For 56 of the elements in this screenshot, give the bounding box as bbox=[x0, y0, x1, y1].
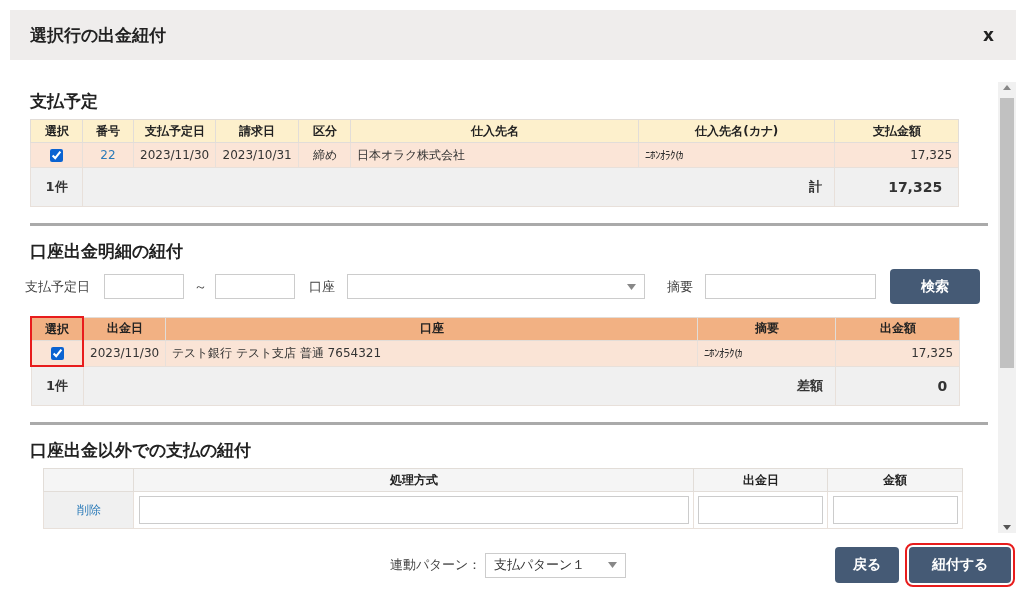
number-link[interactable]: 22 bbox=[100, 148, 116, 162]
field-label: 摘要 bbox=[667, 277, 693, 296]
column-header: 選択 bbox=[31, 317, 83, 341]
caret-icon bbox=[608, 562, 617, 568]
section-title: 口座出金以外での支払の紐付 bbox=[30, 439, 252, 462]
field-label: 支払予定日 bbox=[25, 277, 90, 296]
footer-button[interactable]: 戻る bbox=[835, 547, 899, 583]
section-title: 支払予定 bbox=[30, 90, 99, 113]
table-cell: テスト銀行 テスト支店 普通 7654321 bbox=[165, 340, 698, 366]
column-header: 出金日 bbox=[83, 317, 166, 341]
scrollbar[interactable] bbox=[998, 82, 1016, 533]
column-header: 口座 bbox=[165, 317, 698, 341]
table-cell: 2023/11/30 bbox=[133, 142, 216, 168]
section-title: 口座出金明細の紐付 bbox=[30, 240, 184, 263]
range-separator: ～ bbox=[194, 277, 207, 296]
checkbox[interactable] bbox=[50, 149, 63, 162]
column-header: 出金額 bbox=[835, 317, 960, 341]
column-header: 区分 bbox=[298, 119, 351, 143]
delete-link[interactable]: 削除 bbox=[76, 502, 101, 517]
memo-field[interactable] bbox=[705, 274, 876, 299]
column-header: 請求日 bbox=[215, 119, 299, 143]
date-to-field[interactable] bbox=[215, 274, 295, 299]
date-from-field[interactable] bbox=[104, 274, 184, 299]
pattern-select[interactable]: 支払パターン１ bbox=[485, 552, 626, 578]
difference-label: 差額 bbox=[83, 366, 836, 406]
column-header: 選択 bbox=[30, 119, 83, 143]
total-label: 計 bbox=[82, 167, 835, 207]
close-button[interactable]: x bbox=[983, 25, 994, 45]
account-select[interactable] bbox=[347, 274, 645, 299]
table-cell: ﾆﾎﾝｵﾗｸ(ｶ bbox=[638, 142, 835, 168]
search-button[interactable]: 検索 bbox=[890, 269, 980, 304]
table-cell: 17,325 bbox=[835, 340, 960, 366]
table-cell: 2023/11/30 bbox=[83, 340, 166, 366]
table-cell: 17,325 bbox=[834, 142, 959, 168]
dialog-title: 選択行の出金紐付 bbox=[30, 23, 166, 47]
scroll-thumb[interactable] bbox=[1000, 98, 1014, 368]
column-header: 摘要 bbox=[697, 317, 836, 341]
column-header: 仕入先名(カナ) bbox=[638, 119, 835, 143]
column-header: 支払金額 bbox=[834, 119, 959, 143]
total-cell: 17,325 bbox=[834, 167, 959, 207]
column-header: 金額 bbox=[827, 468, 963, 492]
field-label: 連動パターン： bbox=[390, 556, 481, 574]
field-label: 口座 bbox=[309, 277, 335, 296]
column-header: 出金日 bbox=[693, 468, 828, 492]
difference-cell: 0 bbox=[835, 366, 960, 406]
table-cell: ﾆﾎﾝｵﾗｸ(ｶ bbox=[697, 340, 836, 366]
count-cell: 1件 bbox=[31, 366, 83, 406]
table-cell: 日本オラク株式会社 bbox=[350, 142, 639, 168]
checkbox[interactable] bbox=[50, 347, 64, 360]
caret-icon bbox=[627, 283, 636, 290]
column-header: 処理方式 bbox=[133, 468, 694, 492]
column-header: 番号 bbox=[82, 119, 134, 143]
table-cell: 2023/10/31 bbox=[215, 142, 299, 168]
count-cell: 1件 bbox=[30, 167, 83, 207]
column-header: 仕入先名 bbox=[350, 119, 639, 143]
column-header: 支払予定日 bbox=[133, 119, 216, 143]
